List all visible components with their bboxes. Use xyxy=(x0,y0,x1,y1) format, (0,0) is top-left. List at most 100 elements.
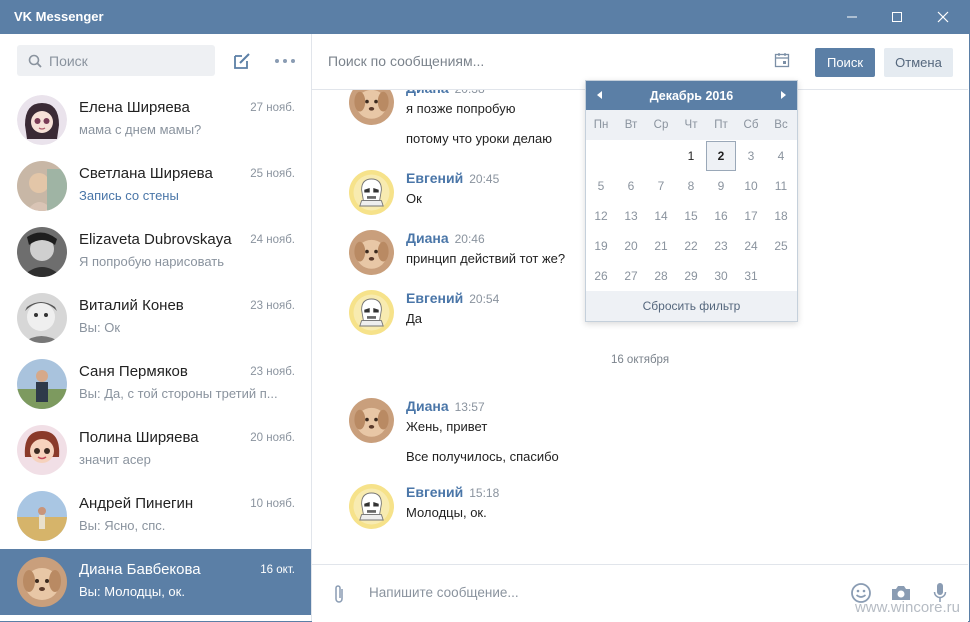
dialog-list: Елена Ширяева 27 нояб. мама с днем мамы? Св… xyxy=(0,87,311,621)
dialog-last-message: мама с днем мамы? xyxy=(79,122,202,137)
watermark: www.wincore.ru xyxy=(854,599,960,616)
dialog-item[interactable]: Диана Бавбекова 16 окт. Вы: Молодцы, ок. xyxy=(0,549,311,615)
avatar xyxy=(349,398,394,443)
calendar-day[interactable]: 29 xyxy=(676,261,706,291)
dialog-item[interactable]: Саня Пермяков 23 нояб. Вы: Да, с той сторо… xyxy=(0,351,311,417)
calendar-day[interactable]: 5 xyxy=(586,171,616,201)
calendar-day[interactable]: 31 xyxy=(736,261,766,291)
message-time: 20:38 xyxy=(455,90,485,96)
next-month-button[interactable] xyxy=(775,87,791,103)
dialog-last-message: Запись со стены xyxy=(79,188,179,203)
dialog-item[interactable]: Андрей Пинегин 10 нояб. Вы: Ясно, спс. xyxy=(0,483,311,549)
dialog-name: Виталий Конев xyxy=(79,297,184,314)
dialog-name: Светлана Ширяева xyxy=(79,165,213,182)
calendar-day[interactable]: 3 xyxy=(736,141,766,171)
maximize-button[interactable] xyxy=(874,0,920,34)
calendar-day[interactable]: 14 xyxy=(646,201,676,231)
author-name: Евгений xyxy=(406,484,464,500)
calendar-day[interactable]: 19 xyxy=(586,231,616,261)
calendar-day[interactable]: 15 xyxy=(676,201,706,231)
dialog-name: Полина Ширяева xyxy=(79,429,199,446)
calendar-day[interactable]: 18 xyxy=(766,201,796,231)
compose-button[interactable] xyxy=(232,51,254,73)
dialog-date: 24 нояб. xyxy=(250,234,295,246)
search-button[interactable]: Поиск xyxy=(815,48,875,77)
search-icon xyxy=(28,54,42,68)
dialog-item[interactable]: Полина Ширяева 20 нояб. значит асер xyxy=(0,417,311,483)
calendar-day[interactable]: 8 xyxy=(676,171,706,201)
minimize-button[interactable] xyxy=(829,0,875,34)
avatar xyxy=(17,293,67,343)
dialogs-sidebar: Поиск Елена Ширяева 27 нояб. мама с днем м… xyxy=(0,34,312,621)
dialog-last-message: Вы: Ясно, спс. xyxy=(79,518,166,533)
author-name: Диана xyxy=(406,230,449,246)
dialog-item[interactable]: Светлана Ширяева 25 нояб. Запись со стены xyxy=(0,153,311,219)
calendar-day[interactable]: 6 xyxy=(616,171,646,201)
message-input[interactable]: Напишите сообщение... xyxy=(369,585,519,600)
calendar-day[interactable]: 30 xyxy=(706,261,736,291)
message-author: Диана 20:46 xyxy=(406,230,485,246)
dialog-date: 25 нояб. xyxy=(250,168,295,180)
calendar-day[interactable]: 24 xyxy=(736,231,766,261)
calendar-day[interactable]: 9 xyxy=(706,171,736,201)
author-name: Диана xyxy=(406,398,449,414)
title-bar: VK Messenger xyxy=(0,0,970,34)
avatar xyxy=(17,161,67,211)
dialog-search-input[interactable]: Поиск xyxy=(17,45,215,76)
reset-filter-button[interactable]: Сбросить фильтр xyxy=(586,291,797,321)
calendar-day[interactable]: 21 xyxy=(646,231,676,261)
calendar-header: Декабрь 2016 xyxy=(586,81,797,110)
calendar-day[interactable]: 1 xyxy=(676,141,706,171)
message-time: 20:54 xyxy=(469,292,500,306)
close-button[interactable] xyxy=(920,0,966,34)
calendar-button[interactable] xyxy=(774,52,792,70)
calendar-day[interactable]: 22 xyxy=(676,231,706,261)
calendar-day[interactable]: 12 xyxy=(586,201,616,231)
avatar xyxy=(349,170,394,215)
avatar xyxy=(17,359,67,409)
message-author: Евгений 20:54 xyxy=(406,290,499,306)
message-text: Все получилось, спасибо xyxy=(406,449,559,464)
calendar-day[interactable]: 23 xyxy=(706,231,736,261)
message-text: Да xyxy=(406,311,423,326)
calendar-day[interactable]: 20 xyxy=(616,231,646,261)
calendar-day[interactable]: 13 xyxy=(616,201,646,231)
message-text: потому что уроки делаю xyxy=(406,131,552,146)
calendar-day[interactable]: 28 xyxy=(646,261,676,291)
avatar xyxy=(17,425,67,475)
dialog-last-message: Вы: Ок xyxy=(79,320,121,335)
calendar-day[interactable]: 4 xyxy=(766,141,796,171)
compose-icon xyxy=(234,53,250,69)
calendar-day[interactable]: 27 xyxy=(616,261,646,291)
dialog-item[interactable]: Виталий Конев 23 нояб. Вы: Ок xyxy=(0,285,311,351)
attach-button[interactable] xyxy=(332,583,348,605)
dialog-date: 27 нояб. xyxy=(250,102,295,114)
calendar-day[interactable]: 10 xyxy=(736,171,766,201)
calendar-day[interactable]: 17 xyxy=(736,201,766,231)
calendar-day[interactable]: 26 xyxy=(586,261,616,291)
calendar-day[interactable]: 7 xyxy=(646,171,676,201)
calendar-day[interactable]: 25 xyxy=(766,231,796,261)
more-button[interactable] xyxy=(273,54,299,70)
minimize-icon xyxy=(847,16,857,18)
dialog-last-message: Вы: Да, с той стороны третий п... xyxy=(79,386,278,401)
dialog-date: 23 нояб. xyxy=(250,300,295,312)
message-search-input[interactable]: Поиск по сообщениям... xyxy=(328,53,484,69)
app-title: VK Messenger xyxy=(14,9,104,24)
dialog-item[interactable]: Elizaveta Dubrovskaya 24 нояб. Я попробую … xyxy=(0,219,311,285)
cancel-button[interactable]: Отмена xyxy=(884,48,953,77)
date-filter-calendar: Декабрь 2016 Пн Вт Ср Чт Пт Сб Вс 1 2 3 4 5 6 7 8 9 10 1… xyxy=(585,80,798,322)
author-name: Диана xyxy=(406,90,449,96)
message-author: Диана 20:38 xyxy=(406,90,485,96)
calendar-day[interactable]: 11 xyxy=(766,171,796,201)
dialog-item[interactable]: Елена Ширяева 27 нояб. мама с днем мамы? xyxy=(0,87,311,153)
calendar-icon xyxy=(774,53,790,68)
dialog-name: Диана Бавбекова xyxy=(79,561,201,578)
calendar-day[interactable]: 2 xyxy=(706,141,736,171)
weekday-label: Вт xyxy=(624,119,638,131)
weekday-label: Пт xyxy=(714,119,728,131)
message-time: 13:57 xyxy=(454,400,485,414)
calendar-weekdays: Пн Вт Ср Чт Пт Сб Вс xyxy=(586,110,797,140)
message-text: принцип действий тот же? xyxy=(406,251,566,266)
calendar-day[interactable]: 16 xyxy=(706,201,736,231)
